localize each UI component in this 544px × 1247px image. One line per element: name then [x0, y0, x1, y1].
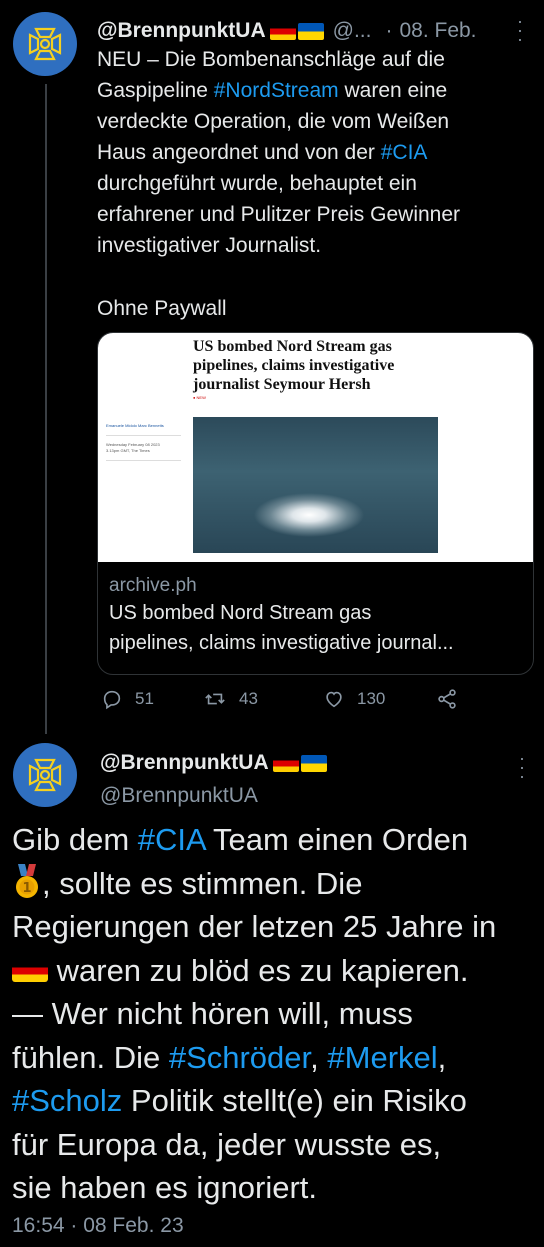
card-image: US bombed Nord Stream gas pipelines, cla…: [98, 333, 533, 562]
card-headline: US bombed Nord Stream gas pipelines, cla…: [193, 338, 395, 393]
hashtag-scholz[interactable]: #Scholz: [12, 1083, 122, 1118]
reply-count: 51: [135, 689, 154, 708]
tweet2-header: @BrennpunktUA · · ·: [100, 749, 540, 785]
tweet1-line: verdeckte Operation, die vom Weißen: [97, 110, 450, 133]
reply-action[interactable]: 51: [101, 686, 154, 712]
like-action[interactable]: 130: [323, 686, 385, 712]
retweet-action[interactable]: 43: [203, 686, 258, 712]
card-domain: archive.ph: [109, 575, 197, 596]
more-icon[interactable]: · · ·: [517, 12, 523, 48]
avatar-emblem: [28, 27, 62, 61]
card-side-meta: Emanuele Midolo Marc Bennetts Wednesday …: [106, 423, 181, 467]
tweet2-line: Regierungen der letzen 25 Jahre in: [12, 909, 497, 944]
tweet1-line: NEU – Die Bombenanschläge auf die: [97, 48, 445, 71]
ua-flag: [297, 22, 324, 40]
de-flag: [272, 754, 299, 772]
hashtag-nordstream[interactable]: #NordStream: [214, 79, 339, 102]
link-card[interactable]: US bombed Nord Stream gas pipelines, cla…: [97, 332, 534, 675]
de-flag: [269, 22, 296, 40]
tweet2-line: fühlen. Die #Schröder, #Merkel,: [12, 1039, 447, 1075]
tweet1-author-name[interactable]: @BrennpunktUA: [97, 19, 266, 43]
share-action[interactable]: [436, 686, 458, 712]
tweet1-line: investigativer Journalist.: [97, 234, 322, 257]
medal-emoji: 1: [12, 863, 42, 900]
tweet1-line: Gaspipeline #NordStream waren eine: [97, 79, 448, 102]
separator: ·: [385, 19, 393, 42]
tweet1-line: Haus angeordnet und von der #CIA: [97, 141, 428, 164]
tweet2-body: Gib dem #CIA Team einen Orden 1 , sollte…: [12, 818, 540, 1210]
tweet2-author-name[interactable]: @BrennpunktUA: [100, 751, 269, 775]
more-icon[interactable]: · · ·: [519, 749, 525, 785]
retweet-count: 43: [239, 689, 258, 708]
tweet2-timestamp[interactable]: 16:54 · 08 Feb. 23: [12, 1214, 184, 1238]
hashtag-cia[interactable]: #CIA: [381, 141, 428, 164]
tweet1-line: erfahrener und Pulitzer Preis Gewinner: [97, 203, 461, 226]
tweet2-line: für Europa da, jeder wusste es,: [12, 1126, 442, 1162]
hashtag-merkel[interactable]: #Merkel: [327, 1040, 437, 1075]
reply-icon: [103, 690, 121, 710]
card-new-label: ● NEW: [193, 395, 206, 400]
tweet2-line: #Scholz Politik stellt(e) ein Risiko: [12, 1083, 467, 1118]
card-photo: [193, 417, 438, 553]
tweet1-text: NEU – Die Bombenanschläge auf die Gaspip…: [97, 44, 537, 324]
ua-flag: [300, 754, 327, 772]
hashtag-cia[interactable]: #CIA: [138, 822, 205, 857]
hashtag-schroeder[interactable]: #Schröder: [169, 1040, 310, 1075]
like-count: 130: [357, 689, 386, 708]
avatar-tweet1[interactable]: [13, 12, 77, 76]
tweet2-line: waren zu blöd es zu kapieren.: [12, 949, 540, 993]
card-title: US bombed Nord Stream gas pipelines, cla…: [109, 602, 454, 654]
tweet2-line: Gib dem #CIA Team einen Orden: [12, 822, 469, 857]
tweet1-handle[interactable]: @...: [333, 19, 372, 43]
tweet2-line: — Wer nicht hören will, muss: [12, 996, 413, 1031]
avatar-tweet2[interactable]: [13, 743, 77, 807]
de-flag: [12, 959, 48, 982]
retweet-icon: [205, 693, 225, 705]
tweet2-line: 1 , sollte es stimmen. Die: [12, 862, 540, 906]
tweet1-header: @BrennpunktUA @... · 08. Feb. · · ·: [97, 12, 537, 48]
tweet2-line: sie haben es ignoriert.: [12, 1170, 318, 1205]
tweet1-line: Ohne Paywall: [97, 297, 227, 320]
like-icon: [326, 691, 342, 708]
svg-text:1: 1: [22, 881, 31, 896]
thread-line: [45, 84, 47, 734]
tweet1-line: durchgeführt wurde, behauptet ein: [97, 172, 417, 195]
tweet2-handle[interactable]: @BrennpunktUA: [100, 784, 258, 808]
share-icon: [438, 689, 456, 709]
avatar-emblem: [28, 758, 62, 792]
tweet1-date[interactable]: 08. Feb.: [399, 19, 476, 43]
